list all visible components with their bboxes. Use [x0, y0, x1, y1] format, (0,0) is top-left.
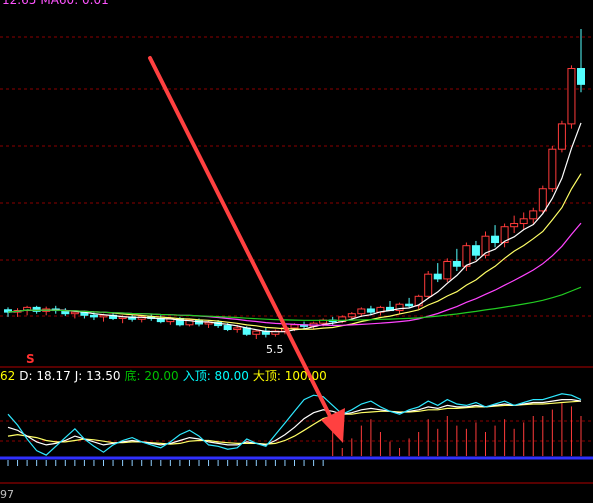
indicator-legend-item-1: D: 18.17 — [19, 369, 71, 383]
candle-up — [529, 210, 538, 220]
low-price-label: 5.5 — [266, 343, 284, 356]
candle-up — [233, 327, 242, 331]
candle-up — [357, 308, 366, 315]
candle-down — [452, 261, 461, 267]
ma-legend-item-1: MA60: 0.01 — [40, 0, 109, 7]
candle-up — [462, 245, 471, 267]
candle-up — [557, 123, 566, 150]
candle-up — [252, 330, 261, 335]
stock-chart-screen: 12.65 MA60: 0.01 62 D: 18.17 J: 13.50 底: 20.… — [0, 0, 593, 503]
ma-legend: 12.65 MA60: 0.01 — [2, 0, 113, 7]
candle-down — [405, 303, 414, 307]
candle-down — [471, 245, 480, 256]
indicator-legend: 62 D: 18.17 J: 13.50 底: 20.00 入顶: 80.00 大顶: 1… — [0, 369, 331, 383]
candle-down — [223, 325, 232, 331]
candle-up — [70, 311, 79, 315]
candle-up — [347, 313, 356, 318]
indicator-legend-item-5: 大顶: 100.00 — [252, 369, 327, 383]
candle-up — [443, 261, 452, 280]
candle-down — [89, 314, 98, 318]
candle-up — [424, 273, 433, 297]
candle-up — [519, 218, 528, 225]
indicator-legend-item-2: J: 13.50 — [74, 369, 121, 383]
indicator-legend-item-0: 62 — [0, 369, 16, 383]
candle-down — [433, 273, 442, 280]
indicator-legend-item-4: 入顶: 80.00 — [182, 369, 249, 383]
candle-up — [548, 148, 557, 190]
candle-down — [366, 308, 375, 313]
ma-legend-item-0: 12.65 — [2, 0, 37, 7]
candle-up — [567, 68, 576, 125]
candle-up — [510, 223, 519, 228]
bottom-axis-label: 97 — [0, 488, 14, 501]
candle-up — [538, 188, 547, 212]
chart-canvas[interactable] — [0, 0, 593, 503]
candle-up — [290, 324, 299, 329]
indicator-legend-item-3: 底: 20.00 — [124, 369, 179, 383]
ma10-line — [7, 173, 582, 330]
candle-down — [491, 235, 500, 244]
sell-signal-marker: S — [26, 352, 35, 366]
candle-down — [577, 68, 585, 85]
